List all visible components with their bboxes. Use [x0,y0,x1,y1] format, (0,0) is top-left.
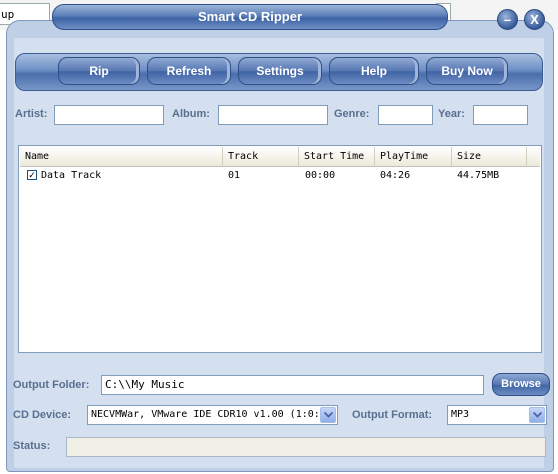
year-label: Year: [438,108,465,120]
settings-button[interactable]: Settings [238,57,322,85]
cd-device-label: CD Device: [13,409,72,421]
column-header-track[interactable]: Track [223,147,299,166]
track-start-time: 00:00 [305,170,336,181]
cd-device-select[interactable]: NECVMWar, VMware IDE CDR10 v1.00 (1:0: [87,405,338,425]
chevron-down-icon[interactable] [320,407,336,423]
status-field [66,437,546,457]
track-playtime: 04:26 [380,170,411,181]
rip-button[interactable]: Rip [58,57,140,85]
album-label: Album: [172,108,210,120]
help-button[interactable]: Help [329,57,419,85]
output-folder-input[interactable]: C:\\My Music [101,375,484,395]
output-folder-label: Output Folder: [13,379,90,391]
output-format-value: MP3 [451,409,470,420]
column-header-playtime[interactable]: PlayTime [375,147,452,166]
column-header-start-time[interactable]: Start Time [299,147,375,166]
minimize-button[interactable]: – [497,9,518,30]
artist-label: Artist: [15,108,48,120]
refresh-button[interactable]: Refresh [147,57,231,85]
cd-device-value: NECVMWar, VMware IDE CDR10 v1.00 (1:0: [91,409,320,420]
output-format-label: Output Format: [352,409,433,421]
track-list[interactable]: Name Track Start Time PlayTime Size ✓ Da… [18,145,542,353]
artist-input[interactable] [54,105,164,125]
column-header-name[interactable]: Name [20,147,223,166]
close-button[interactable]: X [524,9,545,30]
column-header-size[interactable]: Size [452,147,527,166]
browse-button[interactable]: Browse [492,373,550,396]
output-format-select[interactable]: MP3 [447,405,547,425]
genre-input[interactable] [378,105,433,125]
title-bar[interactable]: Smart CD Ripper [52,4,448,30]
chevron-down-icon[interactable] [529,407,545,423]
track-number: 01 [228,170,241,181]
year-input[interactable] [473,105,528,125]
track-list-header: Name Track Start Time PlayTime Size [20,147,540,167]
status-label: Status: [13,440,51,452]
track-checkbox[interactable]: ✓ [27,170,37,180]
album-input[interactable] [218,105,328,125]
genre-label: Genre: [334,108,370,120]
buy-now-button[interactable]: Buy Now [426,57,508,85]
track-size: 44.75MB [457,170,500,181]
track-name[interactable]: Data Track [41,170,101,181]
